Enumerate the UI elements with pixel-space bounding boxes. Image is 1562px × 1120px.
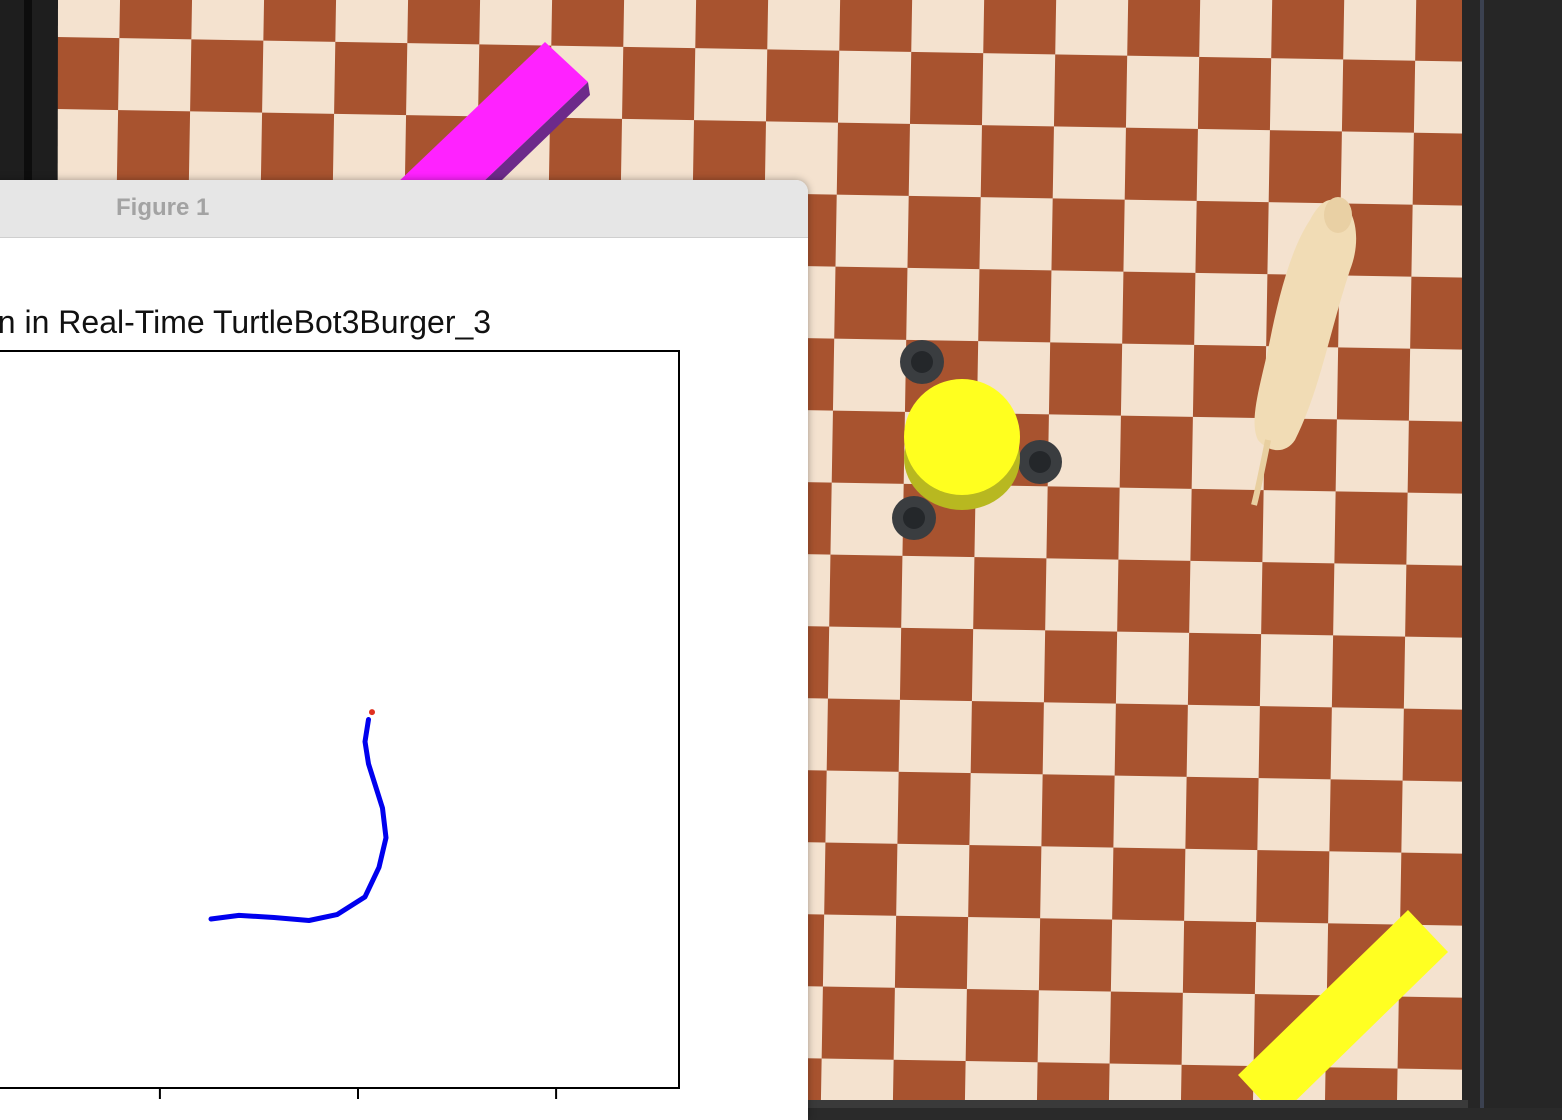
yellow-cylinder [904, 379, 1020, 510]
plot-title: on in Real-Time TurtleBot3Burger_3 [0, 304, 492, 340]
trajectory-line-0 [208, 717, 389, 924]
turtlebot-3 [892, 496, 936, 540]
current-position-marker [369, 709, 375, 716]
turtlebot-1 [900, 340, 944, 384]
window-titlebar[interactable]: Figure 1 [0, 180, 808, 238]
plot-area [158, 709, 558, 1099]
turtlebot-2 [1018, 440, 1062, 484]
matplotlib-figure-window[interactable]: Figure 1 on in Real-Time TurtleBot3Burge… [0, 180, 808, 1120]
right-window-edge [1462, 0, 1562, 1108]
viewport-bottom-border [808, 1100, 1468, 1108]
window-title: Figure 1 [116, 194, 210, 221]
right-window-border [1480, 0, 1484, 1108]
